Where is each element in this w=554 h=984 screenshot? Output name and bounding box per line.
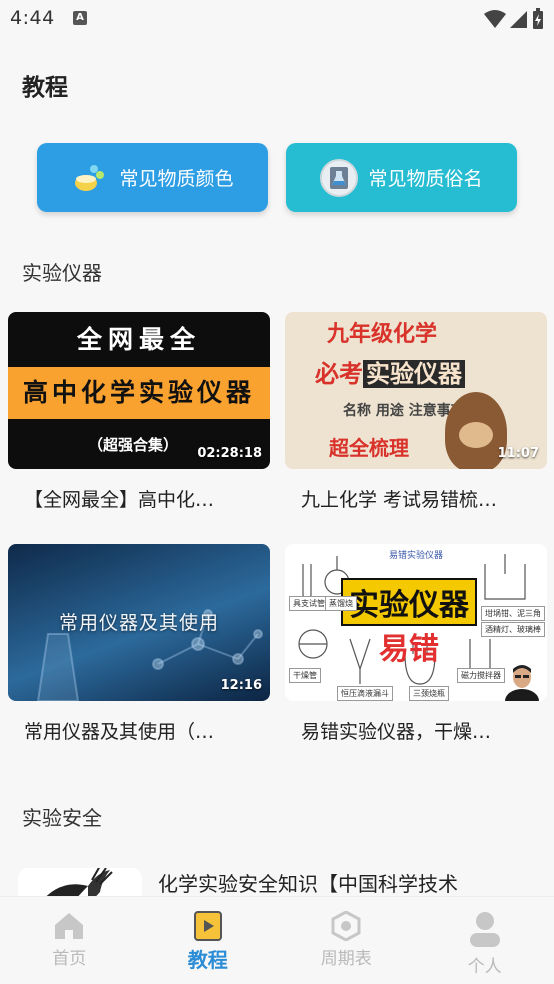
nav-label-tutorial: 教程: [187, 948, 228, 972]
thumb-text-highlight: 实验仪器: [363, 360, 465, 388]
home-icon: [55, 913, 84, 939]
safety-video-title[interactable]: 化学实验安全知识【中国科学技术: [158, 868, 538, 897]
thumb-tag: 三颈烧瓶: [409, 686, 449, 701]
video-title[interactable]: 九上化学 考试易错梳…: [301, 485, 541, 512]
nav-tutorial[interactable]: 教程: [139, 897, 278, 984]
bottom-navigation: 首页 教程 周期表 个人: [0, 896, 554, 984]
thumb-text: 常用仪器及其使用: [58, 612, 219, 634]
status-time: 4:44: [10, 7, 55, 29]
video-card[interactable]: 易错实验仪器 实验仪器 易错 具支试管 蒸馏烧 干燥管 恒压滴液漏斗 三颈烧瓶 …: [285, 544, 547, 744]
thumb-text: 必考 实验仪器: [315, 354, 465, 389]
notification-icon: A: [73, 11, 87, 25]
person-icon: [469, 912, 500, 947]
status-bar: 4:44 A: [0, 0, 554, 38]
video-duration: 11:07: [497, 446, 539, 461]
book-flask-icon: [320, 158, 359, 197]
video-card[interactable]: 九年级化学 必考 实验仪器 名称 用途 注意事项 超全梳理 11:07 九上化学 …: [285, 312, 547, 512]
nav-home[interactable]: 首页: [0, 897, 139, 984]
substance-common-name-button[interactable]: 常见物质俗名: [286, 143, 517, 212]
video-card[interactable]: 常用仪器及其使用 12:16 常用仪器及其使用（…: [8, 544, 270, 744]
thumb-tag: 恒压滴液漏斗: [337, 686, 393, 701]
thumb-text: 九年级化学: [327, 322, 438, 347]
thumb-text: 超全梳理: [329, 436, 409, 460]
video-duration: 12:16: [220, 678, 262, 693]
substance-common-name-label: 常见物质俗名: [368, 168, 483, 190]
thumb-text: 必考: [315, 360, 363, 388]
bear-face-illustration: [459, 422, 493, 448]
signal-icon: [510, 11, 527, 28]
presenter-avatar: [505, 665, 539, 701]
thumb-tag: 坩埚钳、泥三角: [481, 606, 545, 621]
thumb-text: 易错: [379, 632, 439, 667]
nav-label-periodic-table: 周期表: [320, 949, 372, 969]
thumb-text: 实验仪器: [341, 578, 477, 626]
thumb-text: （超强合集）: [88, 436, 179, 454]
video-thumbnail[interactable]: 九年级化学 必考 实验仪器 名称 用途 注意事项 超全梳理 11:07: [285, 312, 547, 469]
status-icons: [484, 8, 544, 30]
nav-label-profile: 个人: [467, 957, 502, 977]
video-thumbnail[interactable]: 易错实验仪器 实验仪器 易错 具支试管 蒸馏烧 干燥管 恒压滴液漏斗 三颈烧瓶 …: [285, 544, 547, 701]
nav-periodic-table[interactable]: 周期表: [277, 897, 416, 984]
thumb-tag: 具支试管: [289, 596, 329, 611]
tutorial-icon: [193, 911, 222, 941]
video-title[interactable]: 常用仪器及其使用（…: [24, 717, 264, 744]
thumb-tag: 酒精灯、玻璃棒: [481, 622, 545, 637]
nav-label-home: 首页: [52, 949, 87, 969]
substance-color-label: 常见物质颜色: [119, 168, 234, 190]
video-title[interactable]: 易错实验仪器，干燥…: [301, 717, 541, 744]
periodic-table-icon: [331, 911, 361, 941]
thumb-tag: 磁力搅拌器: [457, 668, 505, 683]
wifi-icon: [484, 10, 506, 28]
thumb-text: 全网最全: [76, 325, 201, 354]
video-thumbnail[interactable]: 常用仪器及其使用 12:16: [8, 544, 270, 701]
flask-icon: [71, 159, 109, 197]
video-card[interactable]: 全网最全 高中化学实验仪器 （超强合集） 02:28:18 【全网最全】高中化…: [8, 312, 270, 512]
substance-color-button[interactable]: 常见物质颜色: [37, 143, 268, 212]
nav-profile[interactable]: 个人: [416, 897, 554, 984]
video-duration: 02:28:18: [197, 446, 262, 461]
video-thumbnail[interactable]: 全网最全 高中化学实验仪器 （超强合集） 02:28:18: [8, 312, 270, 469]
thumb-text: 高中化学实验仪器: [8, 367, 270, 419]
video-title[interactable]: 【全网最全】高中化…: [24, 485, 264, 512]
section-title-safety: 实验安全: [22, 806, 102, 830]
section-title-instruments: 实验仪器: [22, 261, 102, 285]
page-title: 教程: [22, 75, 68, 101]
thumb-tag: 干燥管: [289, 668, 321, 683]
battery-icon: [533, 8, 543, 29]
thumb-tag: 蒸馏烧: [325, 596, 357, 611]
